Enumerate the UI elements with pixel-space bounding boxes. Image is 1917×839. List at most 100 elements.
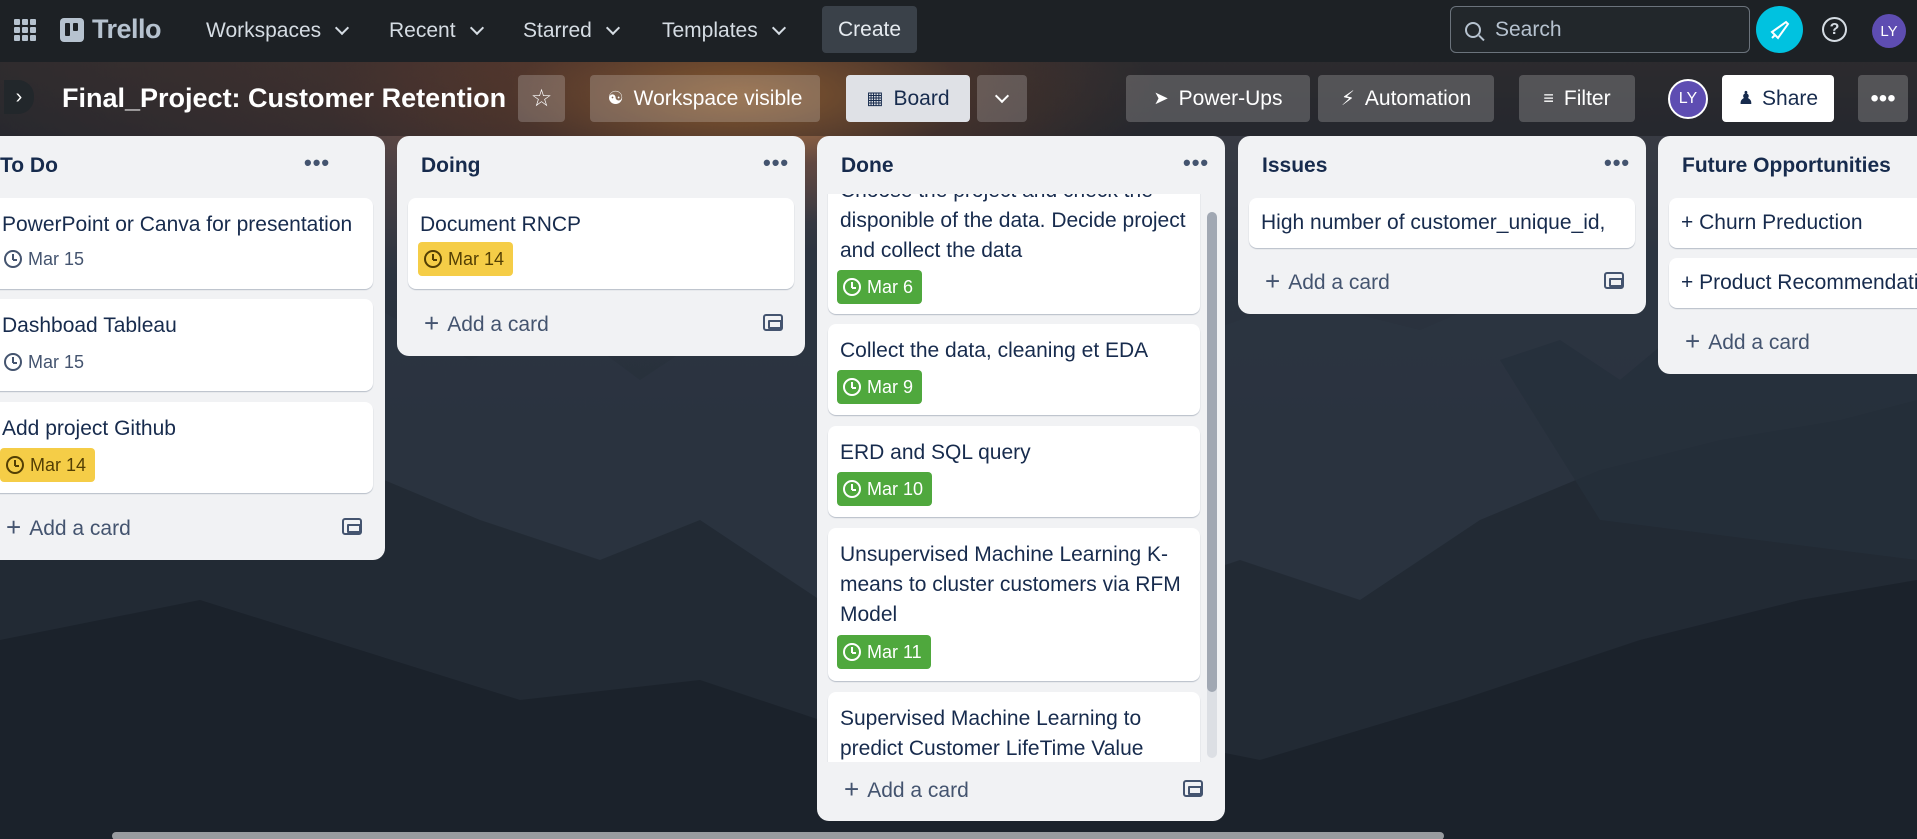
board-header: › Final_Project: Customer Retention ☆ ☯ … <box>0 62 1917 136</box>
trello-logo-text: Trello <box>92 14 162 44</box>
lightning-icon: ⚡︎ <box>1340 88 1355 110</box>
board-view-button[interactable]: ▦ Board <box>846 75 970 122</box>
account-avatar[interactable]: LY <box>1872 14 1906 48</box>
card-title: + Product Recommendati <box>1681 271 1917 294</box>
board-member-avatar[interactable]: LY <box>1668 79 1708 119</box>
add-card-button[interactable]: + Add a card <box>844 774 969 805</box>
plus-icon: + <box>424 308 440 338</box>
app-switcher-icon[interactable] <box>14 19 36 41</box>
list-done: Done ••• Choose the project and check th… <box>817 136 1225 821</box>
help-button[interactable]: ? <box>1822 17 1847 42</box>
search-icon <box>1465 21 1481 38</box>
workspaces-menu[interactable]: Workspaces <box>194 12 359 50</box>
sidebar-toggle-button[interactable]: › <box>4 80 34 114</box>
plus-icon: + <box>844 774 860 804</box>
card-template-icon[interactable] <box>342 518 362 535</box>
board-title[interactable]: Final_Project: Customer Retention <box>62 83 506 114</box>
card-title: Supervised Machine Learning to predict C… <box>840 707 1144 760</box>
card-due-date[interactable]: Mar 9 <box>837 370 923 404</box>
card-template-icon[interactable] <box>763 314 783 331</box>
create-button[interactable]: Create <box>822 6 917 53</box>
list-future-opportunities: Future Opportunities + Churn Preduction … <box>1658 136 1917 374</box>
star-icon: ☆ <box>530 85 553 112</box>
recent-menu[interactable]: Recent <box>377 12 494 50</box>
view-options-button[interactable] <box>977 75 1027 122</box>
card-due-date[interactable]: Mar 14 <box>418 242 514 276</box>
list-title[interactable]: Doing <box>421 154 480 178</box>
card-title: Unsupervised Machine Learning K-means to… <box>840 543 1181 626</box>
list-scrollbar-track[interactable] <box>1207 212 1217 758</box>
trello-logo[interactable]: Trello <box>60 14 162 45</box>
add-card-button[interactable]: + Add a card <box>424 308 549 339</box>
top-navigation-bar: Trello Workspaces Recent Starred Templat… <box>0 0 1917 62</box>
card-due-date[interactable]: Mar 6 <box>837 270 923 304</box>
card[interactable]: + Product Recommendati <box>1669 258 1917 308</box>
list-menu-button[interactable]: ••• <box>1183 150 1209 176</box>
notifications-megaphone-button[interactable] <box>1756 6 1803 53</box>
starred-menu[interactable]: Starred <box>511 12 630 50</box>
card[interactable]: ERD and SQL query Mar 10 <box>828 426 1200 517</box>
card-template-icon[interactable] <box>1183 780 1203 797</box>
card[interactable]: Collect the data, cleaning et EDA Mar 9 <box>828 324 1200 415</box>
list-title[interactable]: Done <box>841 154 894 178</box>
add-card-button[interactable]: + Add a card <box>1265 266 1390 297</box>
card[interactable]: Unsupervised Machine Learning K-means to… <box>828 528 1200 681</box>
add-card-button[interactable]: + Add a card <box>1685 326 1810 357</box>
card-due-date[interactable]: Mar 14 <box>0 448 96 482</box>
plus-icon: + <box>1265 266 1281 296</box>
megaphone-icon <box>1769 20 1789 40</box>
due-date-label: Mar 10 <box>867 478 924 499</box>
card-title: PowerPoint or Canva for presentation <box>2 213 353 236</box>
card[interactable]: High number of customer_unique_id, <box>1249 198 1635 248</box>
chevron-down-icon <box>469 20 484 36</box>
card[interactable]: + Churn Preduction <box>1669 198 1917 248</box>
board-menu-button[interactable]: ••• <box>1858 75 1908 122</box>
add-person-icon: ♟ <box>1737 88 1755 108</box>
clock-icon <box>4 353 22 371</box>
list-menu-button[interactable]: ••• <box>304 150 330 176</box>
add-card-button[interactable]: + Add a card <box>6 512 131 543</box>
card[interactable]: Supervised Machine Learning to predict C… <box>828 692 1200 762</box>
card[interactable]: Dashboad Tableau Mar 15 <box>0 299 373 391</box>
card-due-date: Mar 15 <box>4 345 93 379</box>
templates-menu[interactable]: Templates <box>650 12 796 50</box>
due-date-label: Mar 15 <box>28 351 85 372</box>
share-label: Share <box>1762 86 1819 110</box>
card-title: ERD and SQL query <box>840 441 1031 464</box>
card-due-date[interactable]: Mar 11 <box>837 635 931 669</box>
list-scrollbar-thumb[interactable] <box>1207 212 1217 692</box>
people-icon: ☯ <box>607 88 624 108</box>
card[interactable]: Add project Github Mar 14 <box>0 402 373 493</box>
automation-button[interactable]: ⚡︎ Automation <box>1318 75 1494 122</box>
power-ups-button[interactable]: ➤ Power-Ups <box>1126 75 1310 122</box>
list-doing: Doing ••• Document RNCP Mar 14 + Add a c… <box>397 136 805 356</box>
list-title[interactable]: Issues <box>1262 154 1327 178</box>
card-due-date: Mar 15 <box>4 242 93 276</box>
card[interactable]: PowerPoint or Canva for presentation Mar… <box>0 198 373 289</box>
list-cards-scroll-area[interactable]: Choose the project and check the disponi… <box>817 194 1225 762</box>
board-view-icon: ▦ <box>866 88 884 108</box>
list-title[interactable]: Future Opportunities <box>1682 154 1891 178</box>
rocket-icon: ➤ <box>1153 88 1169 108</box>
chevron-down-icon <box>605 20 620 36</box>
star-board-button[interactable]: ☆ <box>518 75 565 122</box>
due-date-label: Mar 15 <box>28 248 85 269</box>
plus-icon: + <box>1685 326 1701 356</box>
starred-label: Starred <box>523 19 592 42</box>
card-due-date[interactable]: Mar 10 <box>837 472 933 506</box>
board-horizontal-scrollbar[interactable] <box>112 832 1444 839</box>
search-input[interactable]: Search <box>1450 6 1750 53</box>
filter-button[interactable]: ≡ Filter <box>1519 75 1635 122</box>
list-issues: Issues ••• High number of customer_uniqu… <box>1238 136 1646 314</box>
card-title: High number of customer_unique_id, <box>1261 211 1606 234</box>
clock-icon <box>843 378 861 396</box>
card[interactable]: Choose the project and check the disponi… <box>828 194 1200 314</box>
list-menu-button[interactable]: ••• <box>1604 150 1630 176</box>
add-card-label: Add a card <box>1708 330 1810 354</box>
visibility-button[interactable]: ☯ Workspace visible <box>590 75 820 122</box>
card-template-icon[interactable] <box>1604 272 1624 289</box>
card[interactable]: Document RNCP Mar 14 <box>408 198 794 289</box>
list-menu-button[interactable]: ••• <box>763 150 789 176</box>
list-title[interactable]: To Do <box>0 154 58 178</box>
share-button[interactable]: ♟ Share <box>1722 75 1834 122</box>
